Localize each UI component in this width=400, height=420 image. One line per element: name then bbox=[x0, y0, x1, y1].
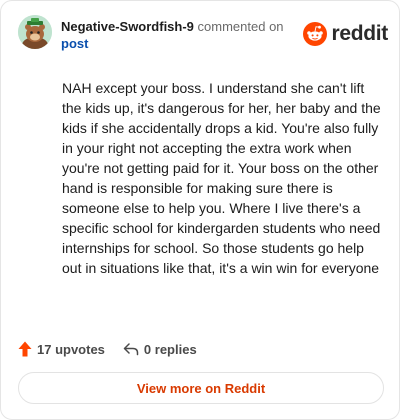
comment-footer: 17 upvotes 0 replies bbox=[18, 338, 197, 360]
avatar-icon bbox=[18, 15, 52, 49]
reply-arrow-icon bbox=[123, 343, 139, 356]
comment-header: Negative-Swordfish-9 commented on post r… bbox=[18, 15, 388, 55]
comment-embed-card: Negative-Swordfish-9 commented on post r… bbox=[0, 0, 400, 420]
post-link[interactable]: post bbox=[61, 36, 88, 51]
upvote-arrow-icon bbox=[18, 341, 32, 357]
username[interactable]: Negative-Swordfish-9 bbox=[61, 19, 194, 34]
view-more-button[interactable]: View more on Reddit bbox=[18, 372, 384, 404]
commented-on-text: commented on bbox=[197, 19, 284, 34]
reddit-logo-icon bbox=[303, 22, 328, 46]
avatar[interactable] bbox=[18, 15, 52, 49]
replies-stat[interactable]: 0 replies bbox=[123, 342, 197, 357]
reddit-wordmark: reddit bbox=[331, 22, 388, 45]
comment-meta: Negative-Swordfish-9 commented on post bbox=[61, 18, 301, 52]
reddit-brand[interactable]: reddit bbox=[303, 21, 388, 47]
comment-body: NAH except your boss. I understand she c… bbox=[62, 80, 381, 276]
upvotes-stat[interactable]: 17 upvotes bbox=[18, 341, 105, 357]
upvotes-count: 17 upvotes bbox=[37, 341, 105, 357]
replies-count: 0 replies bbox=[143, 341, 197, 357]
